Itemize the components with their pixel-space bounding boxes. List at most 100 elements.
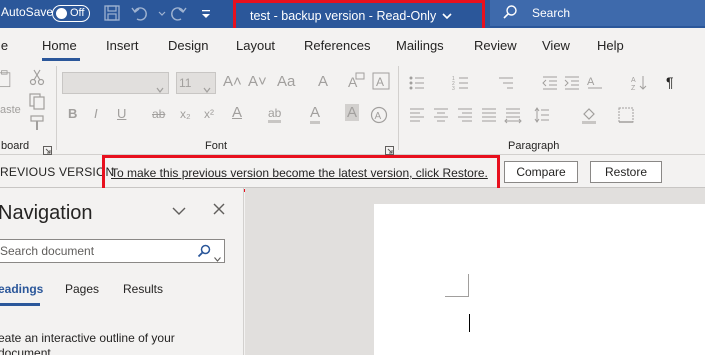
search-icon [502,4,518,20]
multilevel-list-icon[interactable] [497,74,515,92]
search-document-input[interactable]: Search document [0,239,225,263]
format-painter-icon[interactable] [28,114,46,132]
undo-dropdown-icon[interactable] [152,3,166,23]
navigation-pane: Navigation Search document eadings Pages… [0,188,244,355]
save-icon[interactable] [102,3,122,23]
font-color-icon[interactable]: A [310,104,321,124]
close-icon[interactable] [212,202,226,216]
clear-formatting-icon[interactable]: A [318,73,328,90]
show-formatting-icon[interactable]: ¶ [666,74,674,90]
autosave-toggle[interactable]: Off [52,5,90,22]
tab-review[interactable]: Review [474,38,517,53]
search-box[interactable]: Search [490,0,705,26]
tab-references[interactable]: References [304,38,370,53]
character-shading-icon[interactable]: A [345,104,360,121]
customize-qat-icon[interactable] [198,4,214,22]
tab-home[interactable]: Home [42,38,77,53]
chevron-down-icon [156,80,164,93]
nav-tab-results[interactable]: Results [123,282,163,296]
restore-button[interactable]: Restore [590,161,662,183]
shrink-font-icon[interactable]: A˅ [248,73,267,90]
undo-icon[interactable] [130,3,150,23]
margin-marker [445,296,468,297]
increase-indent-icon[interactable] [563,74,581,92]
nav-tab-pages[interactable]: Pages [65,282,99,296]
underline-icon[interactable]: U [117,106,126,121]
grow-font-icon[interactable]: A˄ [223,73,242,90]
strikethrough-icon[interactable]: ab [152,107,165,121]
line-spacing-icon[interactable] [533,106,551,124]
chevron-down-icon[interactable] [171,204,187,216]
subscript-icon[interactable]: x₂ [180,107,191,121]
phonetic-guide-icon[interactable]: A [347,72,365,94]
bold-icon[interactable]: B [68,106,77,121]
svg-text:A: A [375,111,382,122]
tab-design[interactable]: Design [168,38,208,53]
character-border-icon[interactable]: A [372,72,390,94]
active-nav-tab-indicator [0,303,40,306]
document-area [245,188,705,355]
redo-icon[interactable] [168,3,188,23]
tab-view[interactable]: View [542,38,570,53]
autosave-state: Off [70,7,85,19]
paste-label: aste [0,104,21,116]
align-left-icon[interactable] [408,106,426,124]
navigation-description: eate an interactive outline of your docu… [0,331,175,355]
asian-layout-icon[interactable]: A [586,74,604,92]
previous-version-bar: REVIOUS VERSION To make this previous ve… [0,155,705,192]
separator [398,66,399,150]
font-size-combo[interactable]: 11 [176,72,216,94]
navigation-title: Navigation [0,202,93,224]
distributed-icon[interactable] [504,106,522,124]
svg-text:3: 3 [452,86,455,92]
change-case-icon[interactable]: Aa [277,73,295,90]
font-launcher-icon[interactable] [385,142,394,155]
tab-insert[interactable]: Insert [106,38,139,53]
font-name-combo[interactable] [62,72,169,94]
autosave-label: AutoSave [1,5,54,19]
chevron-down-icon[interactable] [214,249,221,262]
title-bar: AutoSave Off test - backup version - Rea… [0,0,705,33]
chevron-down-icon [442,10,452,20]
highlight-icon[interactable]: ab [268,106,282,123]
borders-icon[interactable] [617,106,635,124]
svg-text:Z: Z [631,85,636,92]
paste-icon[interactable] [0,70,18,96]
align-center-icon[interactable] [432,106,450,124]
justify-icon[interactable] [480,106,498,124]
document-page[interactable] [374,204,705,355]
restore-message-link[interactable]: To make this previous version become the… [111,166,488,180]
tab-help[interactable]: Help [597,38,624,53]
numbering-icon[interactable]: 123 [452,74,470,92]
align-right-icon[interactable] [456,106,474,124]
toggle-knob [56,8,67,19]
text-cursor [469,314,470,332]
copy-icon[interactable] [28,92,46,110]
search-icon[interactable] [197,244,211,258]
cut-icon[interactable] [28,68,46,86]
svg-text:A: A [631,77,636,84]
shading-icon[interactable] [580,106,598,124]
ribbon-tabs: le Home Insert Design Layout References … [0,28,705,62]
nav-tab-headings[interactable]: eadings [0,282,43,296]
enclose-characters-icon[interactable]: A [370,106,388,124]
tab-layout[interactable]: Layout [236,38,275,53]
bullets-icon[interactable] [408,74,426,92]
previous-version-title: REVIOUS VERSION [0,165,115,179]
svg-text:A: A [587,76,595,88]
italic-icon[interactable]: I [94,106,98,121]
font-group-label: Font [205,140,228,152]
restore-message-box: To make this previous version become the… [102,155,500,192]
tab-file[interactable]: le [0,38,8,53]
compare-button[interactable]: Compare [504,161,578,183]
active-tab-indicator [42,58,80,61]
text-effects-icon[interactable]: A [232,104,242,121]
tab-mailings[interactable]: Mailings [396,38,444,53]
superscript-icon[interactable]: x² [204,107,214,121]
clipboard-launcher-icon[interactable] [43,142,52,155]
decrease-indent-icon[interactable] [541,74,559,92]
sort-icon[interactable]: AZ [630,74,648,92]
ribbon: aste board 11 A˄ A˅ Aa A A A B I U ab x₂… [0,62,705,155]
svg-text:A: A [376,75,384,89]
font-size-value: 11 [179,76,192,90]
